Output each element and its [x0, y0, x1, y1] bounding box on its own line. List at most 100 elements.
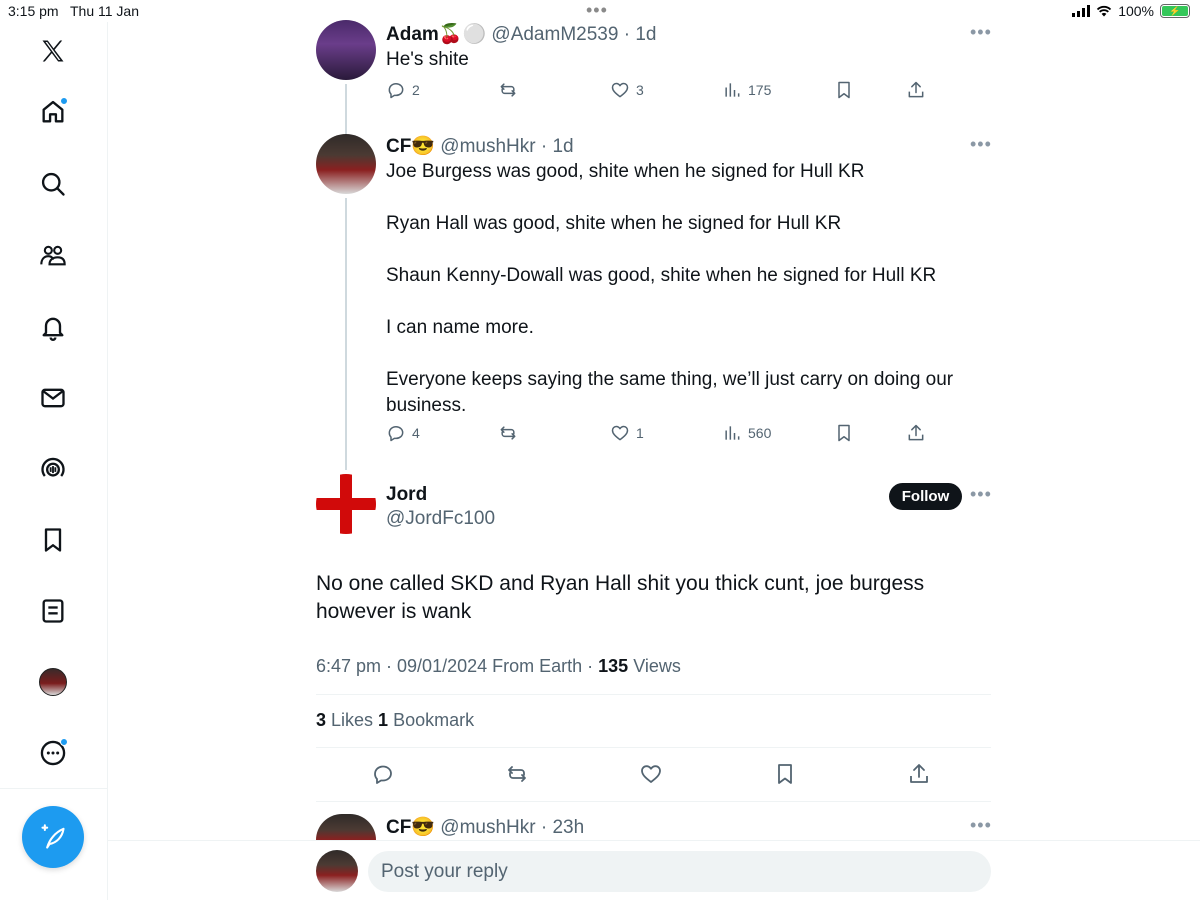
bookmark-button[interactable]	[773, 762, 799, 788]
tweet-time[interactable]: 23h	[552, 817, 584, 838]
views-button[interactable]: 175	[722, 80, 771, 100]
thread-connector	[345, 198, 347, 470]
reply-button[interactable]: 4	[386, 423, 420, 443]
retweet-button[interactable]	[498, 80, 524, 100]
share-button[interactable]	[907, 762, 933, 788]
sidebar-item-profile[interactable]	[38, 667, 68, 697]
reply-count: 2	[412, 82, 420, 98]
views-bar-icon	[725, 83, 740, 97]
tweet-text: Joe Burgess was good, shite when he sign…	[386, 159, 986, 419]
sidebar-item-spaces[interactable]	[38, 454, 68, 484]
like-count: 3	[636, 82, 644, 98]
author-handle[interactable]: @mushHkr	[440, 136, 535, 157]
avatar[interactable]	[316, 134, 376, 194]
retweet-button[interactable]	[498, 423, 524, 443]
sidebar-item-messages[interactable]	[38, 383, 68, 413]
compose-button[interactable]	[22, 806, 84, 868]
search-icon	[41, 172, 65, 196]
like-button[interactable]	[639, 762, 665, 788]
author-emoji: 😎	[411, 136, 435, 157]
tweet-time[interactable]: 1d	[552, 136, 573, 157]
views-count: 560	[748, 425, 772, 441]
author-handle[interactable]: @AdamM2539	[491, 24, 618, 45]
sidebar-item-lists[interactable]	[38, 596, 68, 626]
tweet-header: CF😎 @mushHkr · 23h	[386, 817, 585, 838]
retweet-icon	[508, 766, 526, 782]
divider	[316, 694, 991, 695]
status-date: Thu 11 Jan	[70, 3, 140, 19]
like-button[interactable]: 3	[610, 80, 644, 100]
reply-count: 4	[412, 425, 420, 441]
more-options-icon[interactable]: •••	[970, 134, 992, 155]
heart-icon	[641, 765, 661, 783]
tweet-actions: 4 1 560	[386, 423, 946, 447]
share-icon	[910, 764, 928, 783]
more-options-icon[interactable]: •••	[970, 484, 992, 505]
reply-icon	[388, 83, 404, 99]
flag-cross-horizontal	[316, 498, 376, 510]
cellular-signal-icon	[1072, 5, 1091, 17]
more-badge	[60, 738, 68, 746]
retweet-button[interactable]	[505, 762, 531, 788]
avatar[interactable]	[316, 20, 376, 80]
home-badge	[60, 97, 68, 105]
views-count: 175	[748, 82, 772, 98]
heart-icon	[611, 425, 629, 441]
bell-icon	[42, 317, 64, 341]
author-name[interactable]: Adam	[386, 24, 439, 45]
tweet-timestamp[interactable]: 6:47 pm · 09/01/2024 From Earth ·	[316, 656, 598, 676]
sidebar-item-notifications[interactable]	[38, 312, 68, 342]
author-name[interactable]: Jord	[386, 484, 427, 506]
bookmark-icon	[838, 424, 850, 442]
x-logo-icon[interactable]	[38, 36, 68, 66]
bookmark-icon	[838, 81, 850, 99]
communities-icon	[40, 245, 66, 266]
tweet-paragraph: Everyone keeps saying the same thing, we…	[386, 369, 954, 416]
tweet-time[interactable]: 1d	[635, 24, 656, 45]
battery-percent: 100%	[1118, 3, 1154, 19]
share-button[interactable]	[906, 80, 926, 100]
author-name[interactable]: CF	[386, 136, 411, 157]
mail-icon	[41, 388, 65, 408]
author-handle[interactable]: @JordFc100	[386, 508, 495, 530]
reply-button[interactable]	[371, 762, 397, 788]
avatar[interactable]	[316, 474, 376, 534]
bookmark-count: 1	[378, 710, 389, 730]
more-options-icon[interactable]: •••	[970, 815, 992, 836]
tweet-text: No one called SKD and Ryan Hall shit you…	[316, 572, 925, 623]
views-label: Views	[628, 656, 681, 676]
author-handle[interactable]: @mushHkr	[440, 817, 535, 838]
more-options-icon[interactable]: •••	[970, 22, 992, 43]
views-button[interactable]: 560	[722, 423, 771, 443]
status-time: 3:15 pm	[8, 3, 59, 19]
sidebar-item-bookmarks[interactable]	[38, 525, 68, 555]
bookmark-button[interactable]	[834, 423, 854, 443]
author-name[interactable]: CF	[386, 817, 411, 838]
share-icon	[908, 424, 924, 441]
sidebar-item-communities[interactable]	[38, 240, 68, 270]
retweet-icon	[500, 83, 516, 97]
avatar[interactable]	[316, 814, 376, 840]
share-button[interactable]	[906, 423, 926, 443]
views-count: 135	[598, 656, 629, 676]
bookmark-icon	[44, 528, 62, 552]
bookmark-label: Bookmark	[388, 710, 475, 730]
engagement-stats[interactable]: 3 Likes 1 Bookmark	[316, 710, 474, 731]
tweet-paragraph: Ryan Hall was good, shite when he signed…	[386, 213, 842, 234]
reply-icon	[374, 765, 392, 784]
sidebar-item-explore[interactable]	[38, 169, 68, 199]
reply-button[interactable]: 2	[386, 80, 420, 100]
like-button[interactable]: 1	[610, 423, 644, 443]
conversation-thread: Adam🍒⚪ @AdamM2539 · 1d ••• He's shite 2 …	[108, 20, 1200, 900]
spaces-icon	[41, 457, 65, 477]
views-bar-icon	[725, 426, 740, 440]
reply-composer: Post your reply	[108, 840, 1200, 900]
sidebar-item-more[interactable]	[38, 738, 68, 768]
sidebar-item-home[interactable]	[38, 97, 68, 127]
multitasking-dots-icon[interactable]: •••	[586, 0, 608, 21]
divider	[316, 801, 991, 802]
follow-button[interactable]: Follow	[889, 483, 962, 510]
sidebar-divider	[0, 788, 107, 789]
reply-input[interactable]: Post your reply	[368, 851, 991, 892]
bookmark-button[interactable]	[834, 80, 854, 100]
